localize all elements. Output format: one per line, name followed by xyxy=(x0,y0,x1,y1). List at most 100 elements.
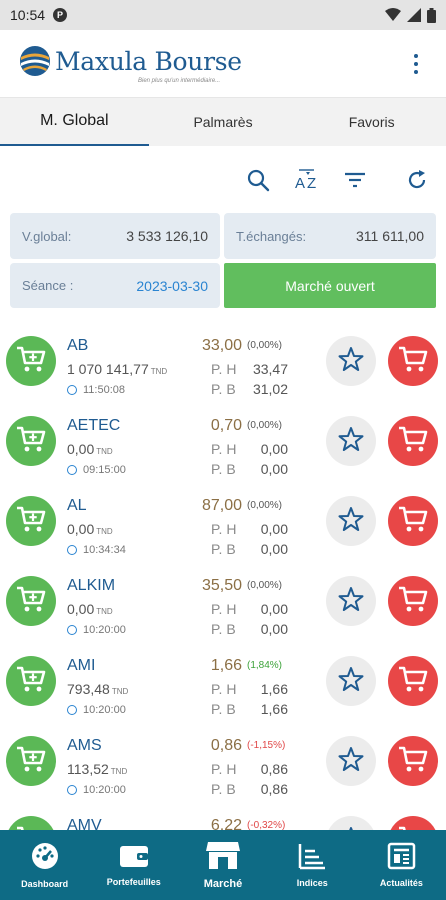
wallet-icon xyxy=(119,846,148,867)
buy-button[interactable] xyxy=(6,816,56,830)
sell-button[interactable] xyxy=(388,576,438,626)
stock-volume-value: 793,48 xyxy=(67,681,110,697)
star-icon xyxy=(338,586,364,617)
stock-symbol: AMV xyxy=(67,817,102,830)
nav-portefeuilles-label: Portefeuilles xyxy=(106,877,161,887)
sell-button[interactable] xyxy=(388,496,438,546)
stock-price: 33,00 xyxy=(201,337,242,354)
star-icon xyxy=(338,426,364,457)
favorite-button[interactable] xyxy=(326,576,376,626)
t-echanges-label: T.échangés: xyxy=(236,228,307,244)
star-icon xyxy=(338,506,364,537)
high-price-value: 0,00 xyxy=(260,521,288,537)
cart-icon xyxy=(397,584,429,619)
stock-row[interactable]: AB 33,00 (0,00%) 1 070 141,77 TND 11:50:08 P. … xyxy=(0,328,446,408)
sell-button[interactable] xyxy=(388,336,438,386)
nav-portefeuilles[interactable]: Portefeuilles xyxy=(89,830,178,900)
stock-change: (0,00%) xyxy=(247,340,283,351)
stock-volume: 793,48 TND xyxy=(67,681,128,697)
high-price-value: 33,47 xyxy=(252,361,288,377)
sell-button[interactable] xyxy=(388,656,438,706)
high-price-label: P. H xyxy=(211,761,237,777)
stock-currency: TND xyxy=(111,687,129,696)
nav-indices-label: Indices xyxy=(296,878,328,888)
status-time: 10:54 xyxy=(10,7,46,23)
nav-dashboard-label: Dashboard xyxy=(21,879,69,889)
stock-row[interactable]: AMV 6,22 (-0,32%) xyxy=(0,808,446,830)
low-price-label: P. B xyxy=(211,621,236,637)
star-icon xyxy=(338,666,364,697)
stock-volume: 113,52 TND xyxy=(67,761,127,777)
stock-symbol: AMS xyxy=(67,737,102,754)
globe-logo-icon xyxy=(20,46,50,76)
stock-price: 6,22 xyxy=(210,817,242,830)
cart-icon xyxy=(397,504,429,539)
stock-symbol: ALKIM xyxy=(67,577,116,594)
sell-button[interactable] xyxy=(388,736,438,786)
clock-icon xyxy=(67,465,77,475)
seance-date[interactable]: 2023-03-30 xyxy=(136,278,208,294)
svg-text:A: A xyxy=(295,175,305,192)
app-logo: Maxula Bourse Bien plus qu'un intermédia… xyxy=(18,44,242,84)
favorite-button[interactable] xyxy=(326,736,376,786)
buy-button[interactable] xyxy=(6,416,56,466)
stock-price: 87,00 xyxy=(201,497,242,514)
tab-palmares[interactable]: Palmarès xyxy=(149,98,298,146)
search-icon[interactable] xyxy=(244,166,272,194)
stock-row[interactable]: ALKIM 35,50 (0,00%) 0,00 TND 10:20:00 P. H 0,00… xyxy=(0,568,446,648)
nav-indices[interactable]: Indices xyxy=(268,830,357,900)
stock-price: 0,86 xyxy=(210,737,242,754)
low-price-value: 0,00 xyxy=(260,541,288,557)
stock-time: 11:50:08 xyxy=(67,384,125,396)
stock-row[interactable]: AETEC 0,70 (0,00%) 0,00 TND 09:15:00 P. H 0,00 P… xyxy=(0,408,446,488)
low-price-label: P. B xyxy=(211,461,236,477)
buy-button[interactable] xyxy=(6,656,56,706)
filter-icon[interactable] xyxy=(341,166,369,194)
stock-price: 1,66 xyxy=(210,657,242,674)
add-to-cart-icon xyxy=(15,584,47,619)
t-echanges-card: T.échangés: 311 611,00 xyxy=(224,213,436,259)
nav-dashboard[interactable]: Dashboard xyxy=(0,830,89,900)
buy-button[interactable] xyxy=(6,736,56,786)
favorite-button[interactable] xyxy=(326,496,376,546)
high-price-label: P. H xyxy=(211,441,237,457)
buy-button[interactable] xyxy=(6,496,56,546)
buy-button[interactable] xyxy=(6,576,56,626)
stock-row[interactable]: AL 87,00 (0,00%) 0,00 TND 10:34:34 P. H 0,00 P. … xyxy=(0,488,446,568)
favorite-button[interactable] xyxy=(326,656,376,706)
v-global-label: V.global: xyxy=(22,228,72,244)
stock-row[interactable]: AMI 1,66 (1,84%) 793,48 TND 10:20:00 P. H 1,66 P… xyxy=(0,648,446,728)
more-options-icon[interactable] xyxy=(410,52,422,76)
favorite-button[interactable] xyxy=(326,336,376,386)
refresh-icon[interactable] xyxy=(403,166,431,194)
stock-volume-value: 0,00 xyxy=(67,441,95,457)
cart-icon xyxy=(397,744,429,779)
buy-button[interactable] xyxy=(6,336,56,386)
favorite-button[interactable] xyxy=(326,416,376,466)
stock-volume-value: 1 070 141,77 xyxy=(67,361,149,377)
tab-m-global[interactable]: M. Global xyxy=(0,98,149,146)
favorite-button[interactable] xyxy=(326,816,376,830)
add-to-cart-icon xyxy=(15,504,47,539)
stock-time: 09:15:00 xyxy=(67,464,126,476)
low-price-value: 0,00 xyxy=(260,621,288,637)
low-price-label: P. B xyxy=(211,541,236,557)
tab-favoris[interactable]: Favoris xyxy=(297,98,446,146)
star-icon xyxy=(338,746,364,777)
cart-icon xyxy=(397,344,429,379)
stock-time: 10:34:34 xyxy=(67,544,126,556)
nav-actualites[interactable]: Actualités xyxy=(357,830,446,900)
stock-volume-value: 0,00 xyxy=(67,521,95,537)
nav-marche[interactable]: Marché xyxy=(178,830,267,900)
clock-icon xyxy=(67,785,77,795)
sort-az-icon[interactable]: A Z xyxy=(293,166,323,194)
stock-row[interactable]: AMS 0,86 (-1,15%) 113,52 TND 10:20:00 P. H 0,86… xyxy=(0,728,446,808)
clock-icon xyxy=(67,625,77,635)
low-price-value: 0,00 xyxy=(260,461,288,477)
stock-currency: TND xyxy=(110,767,128,776)
app-header: Maxula Bourse Bien plus qu'un intermédia… xyxy=(0,30,446,98)
sell-button[interactable] xyxy=(388,416,438,466)
news-icon xyxy=(388,842,416,870)
stock-change: (0,00%) xyxy=(247,500,283,511)
sell-button[interactable] xyxy=(388,816,438,830)
